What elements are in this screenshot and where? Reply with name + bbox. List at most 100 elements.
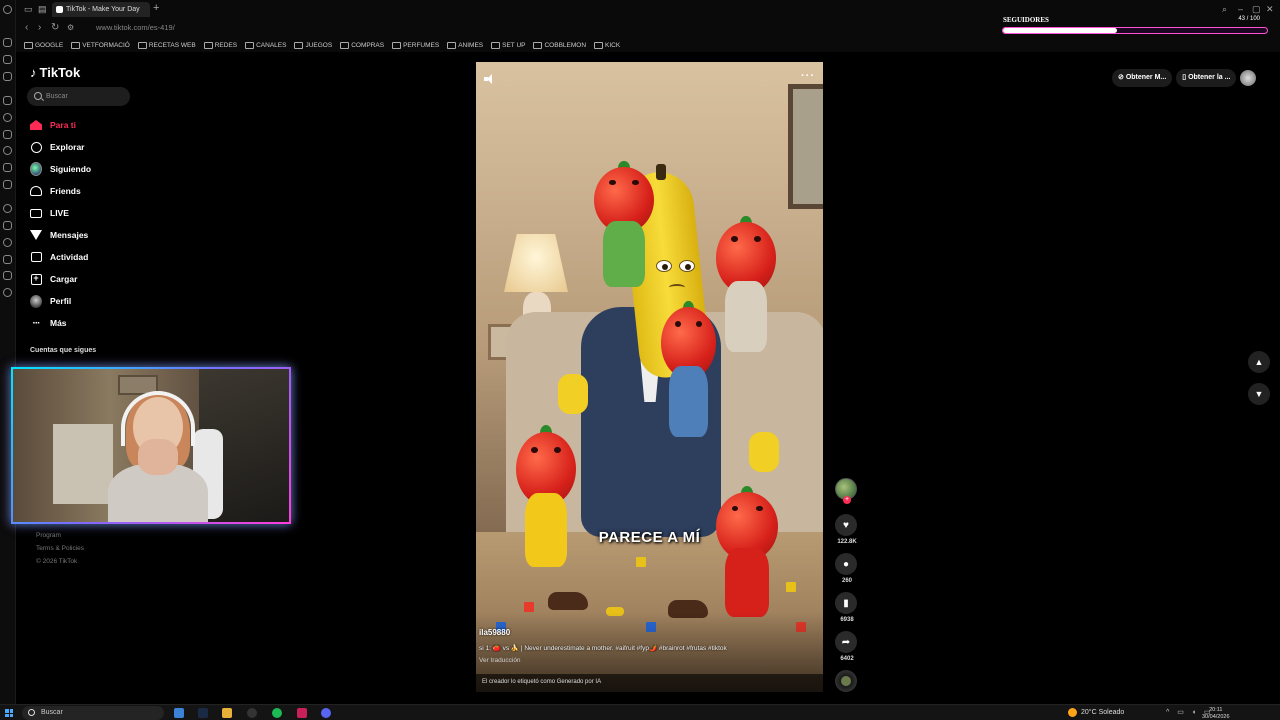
sidebar-item-para-ti[interactable]: Para ti (30, 114, 180, 136)
share-button[interactable]: ➦ (835, 631, 857, 653)
follow-plus-icon[interactable]: + (843, 496, 851, 504)
chevron-up-icon: ▲ (1254, 357, 1264, 367)
bookmark-folder[interactable]: CANALES (245, 42, 286, 49)
get-app-button[interactable]: ▯ Obtener la ... (1176, 69, 1237, 87)
previous-video-button[interactable]: ▲ (1248, 351, 1270, 373)
search-input[interactable] (46, 90, 126, 103)
sidebar-item-label: Para ti (50, 120, 76, 130)
next-video-button[interactable]: ▼ (1248, 383, 1270, 405)
download-side-icon[interactable] (3, 255, 12, 264)
new-tab-button[interactable]: + (153, 2, 159, 14)
save-button[interactable]: ▮ (835, 592, 857, 614)
footer-link-program[interactable]: Program (36, 529, 84, 542)
steam-icon[interactable] (198, 708, 208, 718)
live-icon (30, 207, 42, 219)
sidebar-item-actividad[interactable]: Actividad (30, 246, 180, 268)
heart-side-icon[interactable] (3, 221, 12, 230)
sidebar-item-label: Más (50, 318, 67, 328)
discord-icon[interactable] (3, 130, 12, 139)
like-button[interactable]: ♥ (835, 514, 857, 536)
spotify-icon[interactable] (272, 708, 282, 718)
toy-block (786, 582, 796, 592)
forward-button[interactable]: › (38, 22, 41, 33)
more-options-icon[interactable]: ··· (801, 70, 815, 82)
share-count: 6402 (840, 656, 854, 662)
bookmark-folder[interactable]: COMPRAS (340, 42, 384, 49)
bookmark-folder[interactable]: ANIMES (447, 42, 483, 49)
messenger-icon[interactable] (3, 96, 12, 105)
followers-progress-fill (1003, 28, 1117, 33)
chip-label: Obtener M... (1125, 74, 1167, 81)
footer-link-terms[interactable]: Terms & Policies (36, 542, 84, 555)
streamer-hands (138, 439, 178, 475)
sidebar-footer: Program Terms & Policies © 2026 TikTok (36, 529, 84, 568)
video-player[interactable]: ··· PARECE A MÍ ila59880 si 1: 🍅 vs 🍌 | … (476, 62, 823, 692)
bookmark-folder[interactable]: GOOGLE (24, 42, 63, 49)
sidebar-item-mas[interactable]: ··· Más (30, 312, 180, 334)
search-box[interactable] (27, 87, 130, 106)
sidebar-item-explorar[interactable]: Explorar (30, 136, 180, 158)
file-explorer-icon[interactable] (222, 708, 232, 718)
windows-start-icon[interactable] (5, 709, 13, 717)
bookmark-folder[interactable]: RECETAS WEB (138, 42, 196, 49)
sidebar-item-mensajes[interactable]: Mensajes (30, 224, 180, 246)
volume-icon[interactable] (484, 74, 496, 84)
browser-logo-icon[interactable] (3, 5, 12, 14)
sidebar-item-cargar[interactable]: + Cargar (30, 268, 180, 290)
compass-icon (30, 141, 42, 153)
sidebar-item-label: Cargar (50, 274, 78, 284)
get-coins-button[interactable]: ⊘ Obtener M... (1112, 69, 1173, 87)
reload-button[interactable]: ↻ (51, 22, 59, 33)
bookmark-folder[interactable]: KICK (594, 42, 620, 49)
tab-list-icon[interactable]: ▤ (38, 4, 47, 15)
browser-side-panel (0, 0, 16, 704)
sidebar-item-label: Actividad (50, 252, 89, 262)
settings-side-icon[interactable] (3, 204, 12, 213)
profile-icon (30, 294, 42, 308)
obs-icon[interactable] (247, 708, 257, 718)
bookmark-folder[interactable]: JUEGOS (294, 42, 332, 49)
bookmark-folder[interactable]: REDES (204, 42, 237, 49)
creator-avatar[interactable]: + (835, 478, 857, 504)
music-disc-icon[interactable] (835, 670, 857, 692)
opera-gx-icon[interactable] (297, 708, 307, 718)
footer-copyright: © 2026 TikTok (36, 558, 78, 565)
site-info-icon[interactable]: ⚙ (67, 23, 74, 32)
user-avatar[interactable] (1240, 70, 1257, 86)
see-translation-link[interactable]: Ver traducción (479, 657, 521, 664)
extensions-side-icon[interactable] (3, 271, 12, 280)
banana-eye (656, 260, 672, 272)
taskbar-search[interactable]: Buscar (22, 706, 164, 720)
tiktok-logo[interactable]: ♪ TikTok (30, 65, 80, 80)
comment-button[interactable]: ● (835, 553, 857, 575)
bag-icon[interactable] (3, 55, 12, 64)
sidebar-item-perfil[interactable]: Perfil (30, 290, 180, 312)
bookmark-folder[interactable]: SET UP (491, 42, 525, 49)
bookmark-folder[interactable]: PERFUMES (392, 42, 439, 49)
sidebar-item-live[interactable]: LIVE (30, 202, 180, 224)
history-icon[interactable] (3, 38, 12, 47)
notes-icon[interactable] (3, 72, 12, 81)
tiktok-side-icon[interactable] (3, 163, 12, 172)
back-button[interactable]: ‹ (25, 22, 28, 33)
minimize-button[interactable]: – (1238, 4, 1243, 14)
discord-taskbar-icon[interactable] (321, 708, 331, 718)
instagram-icon[interactable] (3, 146, 12, 155)
x-icon[interactable] (3, 180, 12, 189)
taskbar-clock[interactable]: 20:11 30/04/2026 (1202, 707, 1230, 720)
clock-side-icon[interactable] (3, 238, 12, 247)
video-username[interactable]: ila59880 (479, 628, 510, 637)
workspaces-icon[interactable]: ▭ (24, 4, 33, 15)
task-view-icon[interactable] (174, 708, 184, 718)
url-field[interactable]: www.tiktok.com/es-419/ (96, 23, 175, 32)
sidebar-item-siguiendo[interactable]: Siguiendo (30, 158, 180, 180)
weather-widget[interactable]: 20°C Soleado (1068, 708, 1124, 717)
following-avatar-icon (30, 162, 42, 176)
bookmark-folder[interactable]: VETFORMACIÓ (71, 42, 130, 49)
sidebar-item-friends[interactable]: Friends (30, 180, 180, 202)
tab-tiktok[interactable]: TikTok - Make Your Day (52, 2, 150, 17)
bookmark-folder[interactable]: COBBLEMON (533, 42, 586, 49)
logo-text: TikTok (39, 65, 81, 80)
whatsapp-icon[interactable] (3, 113, 12, 122)
gear-icon[interactable] (3, 288, 12, 297)
